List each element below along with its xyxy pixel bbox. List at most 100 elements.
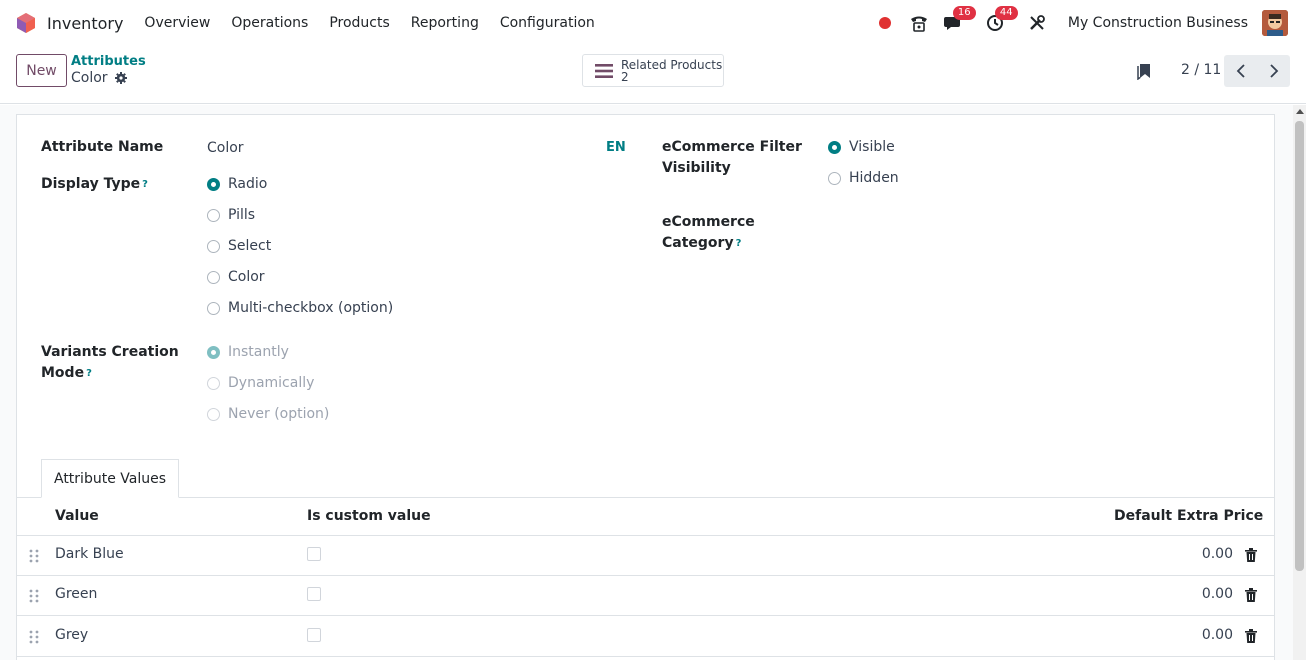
trash-icon[interactable]: [1245, 588, 1257, 602]
vertical-scrollbar[interactable]: [1293, 105, 1306, 660]
list-bars-icon: [595, 63, 613, 78]
new-button[interactable]: New: [16, 54, 67, 87]
top-navbar: Inventory Overview Operations Products R…: [0, 0, 1306, 46]
row-extra-price[interactable]: 0.00: [1202, 546, 1233, 562]
related-products-count: 2: [621, 69, 629, 84]
is-custom-checkbox[interactable]: [307, 628, 321, 642]
is-custom-checkbox[interactable]: [307, 547, 321, 561]
display-type-radio-color[interactable]: Color: [207, 269, 265, 285]
control-panel: New Attributes Color Related Products 2 …: [0, 46, 1306, 104]
related-products-button[interactable]: Related Products 2: [582, 54, 724, 87]
display-type-radio-multi-checkbox[interactable]: Multi-checkbox (option): [207, 300, 393, 316]
row-value[interactable]: Grey: [55, 627, 88, 643]
trash-icon[interactable]: [1245, 629, 1257, 643]
help-tooltip-icon[interactable]: ?: [86, 368, 92, 379]
drag-handle-icon[interactable]: [29, 589, 39, 603]
menu-reporting[interactable]: Reporting: [411, 15, 479, 31]
help-tooltip-icon[interactable]: ?: [142, 179, 148, 190]
radio-unchecked-icon: [207, 208, 220, 222]
breadcrumb-attributes-link[interactable]: Attributes: [71, 55, 146, 69]
phone-icon[interactable]: [908, 12, 930, 34]
menu-products[interactable]: Products: [329, 15, 389, 31]
radio-option-label: Visible: [849, 139, 895, 155]
radio-checked-icon: [207, 177, 220, 191]
menu-overview[interactable]: Overview: [144, 15, 210, 31]
breadcrumb-current: Color: [71, 70, 146, 86]
drag-handle-icon[interactable]: [29, 549, 39, 563]
activities-clock-icon[interactable]: 44: [984, 6, 1018, 34]
pager-value[interactable]: 2 / 11: [1181, 62, 1221, 78]
tab-attribute-values[interactable]: Attribute Values: [41, 459, 179, 498]
variants-label-line1: Variants Creation: [41, 344, 179, 360]
row-extra-price[interactable]: 0.00: [1202, 627, 1233, 643]
chevron-right-icon: [1269, 64, 1278, 78]
breadcrumb: Attributes Color: [71, 55, 146, 87]
ecom-filter-line1: eCommerce Filter: [662, 139, 802, 155]
radio-option-label: Dynamically: [228, 375, 315, 391]
display-type-radio-pills[interactable]: Pills: [207, 207, 255, 223]
row-value[interactable]: Green: [55, 586, 97, 602]
app-brand[interactable]: Inventory: [16, 12, 144, 34]
column-header-is-custom[interactable]: Is custom value: [307, 508, 431, 524]
variants-radio-never: Never (option): [207, 406, 329, 422]
table-row[interactable]: Grey 0.00: [17, 617, 1274, 657]
ecommerce-visibility-radio-hidden[interactable]: Hidden: [828, 170, 899, 186]
radio-unchecked-icon: [207, 239, 220, 253]
breadcrumb-current-label: Color: [71, 70, 108, 86]
menu-configuration[interactable]: Configuration: [500, 15, 595, 31]
row-extra-price[interactable]: 0.00: [1202, 586, 1233, 602]
radio-option-label: Radio: [228, 176, 268, 192]
related-products-label: Related Products: [621, 57, 723, 72]
variants-creation-mode-label: Variants Creation Mode?: [41, 342, 179, 384]
trash-icon[interactable]: [1245, 548, 1257, 562]
radio-checked-icon: [207, 345, 220, 359]
user-avatar[interactable]: [1262, 10, 1288, 36]
is-custom-checkbox[interactable]: [307, 587, 321, 601]
chevron-left-icon: [1236, 64, 1245, 78]
app-name[interactable]: Inventory: [47, 14, 123, 33]
ecom-category-line2: Category: [662, 235, 734, 251]
table-row[interactable]: Dark Blue 0.00: [17, 536, 1274, 576]
radio-option-label: Instantly: [228, 344, 289, 360]
ecommerce-visibility-radio-visible[interactable]: Visible: [828, 139, 895, 155]
attribute-name-input[interactable]: Color: [207, 140, 244, 156]
scroll-up-arrow-icon[interactable]: [1296, 109, 1304, 114]
radio-option-label: Multi-checkbox (option): [228, 300, 394, 316]
display-type-label: Display Type?: [41, 174, 148, 195]
pager-previous-button[interactable]: [1224, 55, 1257, 87]
odoo-app-logo-icon: [17, 13, 35, 33]
radio-unchecked-icon: [207, 270, 220, 284]
ecommerce-category-label: eCommerce Category?: [662, 212, 755, 254]
tools-icon[interactable]: [1026, 12, 1048, 34]
attribute-name-label: Attribute Name: [41, 139, 164, 155]
bookmark-icon[interactable]: [1137, 62, 1151, 80]
messages-icon[interactable]: 16: [942, 6, 976, 34]
radio-option-label: Color: [228, 269, 265, 285]
tab-divider: [17, 497, 1274, 498]
messages-badge: 16: [952, 6, 976, 20]
company-switcher[interactable]: My Construction Business: [1068, 15, 1248, 31]
radio-option-label: Never (option): [228, 406, 330, 422]
column-header-value[interactable]: Value: [55, 508, 99, 524]
variants-radio-dynamically: Dynamically: [207, 375, 314, 391]
pager-next-button[interactable]: [1257, 55, 1290, 87]
column-header-extra-price[interactable]: Default Extra Price: [1114, 508, 1263, 524]
gear-icon[interactable]: [114, 72, 127, 84]
drag-handle-icon[interactable]: [29, 630, 39, 644]
ecom-filter-line2: Visibility: [662, 160, 731, 176]
row-value[interactable]: Dark Blue: [55, 546, 124, 562]
radio-unchecked-icon: [207, 407, 220, 421]
activities-badge: 44: [994, 6, 1018, 20]
variants-radio-instantly: Instantly: [207, 344, 289, 360]
radio-option-label: Select: [228, 238, 272, 254]
table-row[interactable]: Green 0.00: [17, 576, 1274, 616]
recording-indicator-icon[interactable]: [878, 17, 891, 29]
ecommerce-filter-visibility-label: eCommerce Filter Visibility: [662, 137, 802, 179]
help-tooltip-icon[interactable]: ?: [736, 238, 742, 249]
radio-unchecked-icon: [207, 301, 220, 315]
menu-operations[interactable]: Operations: [231, 15, 308, 31]
display-type-radio-radio[interactable]: Radio: [207, 176, 267, 192]
language-toggle-button[interactable]: EN: [606, 140, 626, 155]
scrollbar-thumb[interactable]: [1295, 121, 1304, 571]
display-type-radio-select[interactable]: Select: [207, 238, 271, 254]
